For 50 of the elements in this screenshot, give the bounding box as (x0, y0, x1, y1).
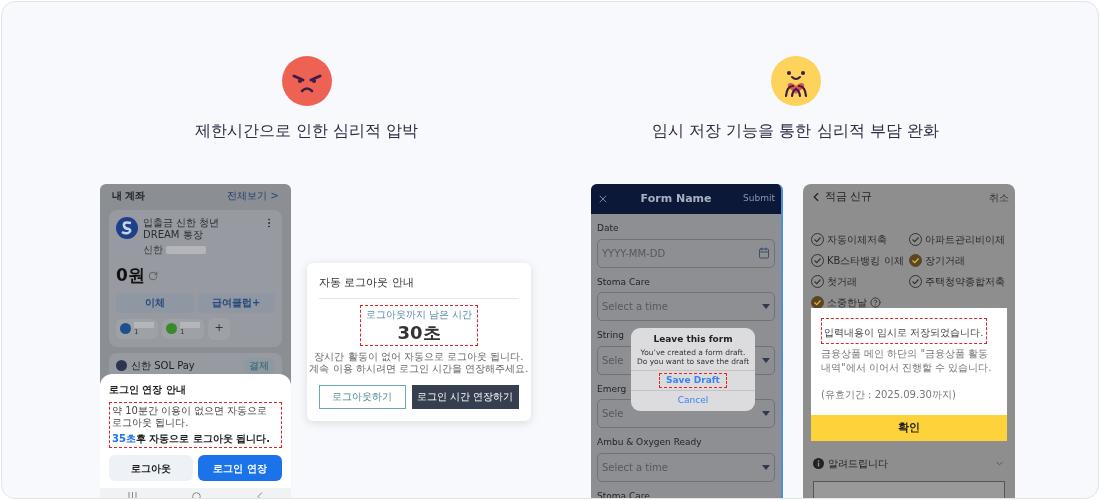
sheet-message: 약 10분간 이용이 없으면 자동으로 로그아웃 됩니다. (112, 405, 269, 429)
notice-title: 알려드립니다 (828, 457, 888, 471)
saved-message: 입력내용이 임시로 저장되었습니다. (824, 327, 984, 338)
dialog-title: 자동 로그아웃 안내 (319, 275, 519, 299)
field-label: Stoma Care (597, 489, 650, 498)
account-action-button[interactable]: 이체 (116, 292, 194, 313)
timer-value: 30초 (397, 321, 441, 344)
pay-button[interactable]: 결제 (243, 357, 275, 374)
timer-label: 로그아웃까지 남은 시간 (365, 307, 473, 322)
option-label: KB스타뱅킹 이체 (827, 254, 904, 268)
screen-title: 적금 신규 (825, 188, 874, 205)
option-label: 주택청약종합저축 (925, 275, 1005, 289)
extend-login-button[interactable]: 로그인 연장 (198, 455, 282, 481)
section-title: 내 계좌 (112, 188, 146, 203)
form-title: Form Name (640, 190, 712, 207)
countdown-message: 후 자동으로 로그아웃 됩니다. (135, 433, 271, 444)
field-label: Emerg (597, 382, 627, 396)
countdown-time: 35초 (112, 433, 136, 444)
section-heading: 제한시간으로 인한 심리적 압박 (194, 120, 419, 142)
submit-button[interactable]: Submit (743, 192, 775, 206)
date-field[interactable]: YYYY-MM-DD (597, 238, 775, 268)
option-label: 첫거래 (827, 275, 857, 289)
option-label: 자동이체저축 (827, 233, 887, 247)
validity-period: (유효기간 : 2025.09.30까지) (821, 388, 957, 402)
account-name: 입출금 신한 청년 DREAM 통장 (143, 217, 221, 241)
option-label: 소중한날 (827, 296, 867, 310)
save-draft-button[interactable]: Save Draft (659, 372, 727, 388)
bank-name: 신한 (143, 243, 163, 257)
dialog-message: 계속 이용 하시려면 로그인 시간을 연장해주세요. (309, 362, 529, 375)
option-label: 아파트관리비이체 (925, 233, 1005, 247)
confirm-button[interactable]: 확인 (811, 415, 1007, 442)
account-action-button[interactable]: 급여클럽+ (197, 292, 275, 313)
dialog-message: 장시간 활동이 없어 자동으로 로그아웃 됩니다. (314, 350, 524, 363)
option-label: 장기거래 (925, 254, 965, 268)
field-label: Date (597, 222, 619, 235)
modal-message: 금융상품 메인 하단의 "금융상품 활동내역"에서 이어서 진행할 수 있습니다. (821, 347, 993, 375)
field-label: Stoma Care (597, 275, 650, 289)
cancel-link[interactable]: 취소 (989, 189, 1009, 205)
logout-button[interactable]: 로그아웃 (109, 455, 193, 481)
sheet-title: 로그인 연장 안내 (109, 383, 187, 397)
alert-title: Leave this form (652, 333, 734, 346)
section-heading: 임시 저장 기능을 통한 심리적 부담 완화 (652, 120, 939, 142)
field-label: String (597, 329, 624, 342)
field-label: Ambu & Oxygen Ready (597, 436, 702, 449)
logout-button[interactable]: 로그아웃하기 (319, 384, 406, 409)
add-button[interactable]: + (208, 317, 230, 340)
extend-time-button[interactable]: 로그인 시간 연장하기 (411, 384, 519, 409)
pay-name: 신한 SOL Pay (131, 359, 196, 373)
view-all-link[interactable]: 전체보기 > (227, 187, 279, 203)
balance-amount: 0원 (116, 264, 145, 287)
